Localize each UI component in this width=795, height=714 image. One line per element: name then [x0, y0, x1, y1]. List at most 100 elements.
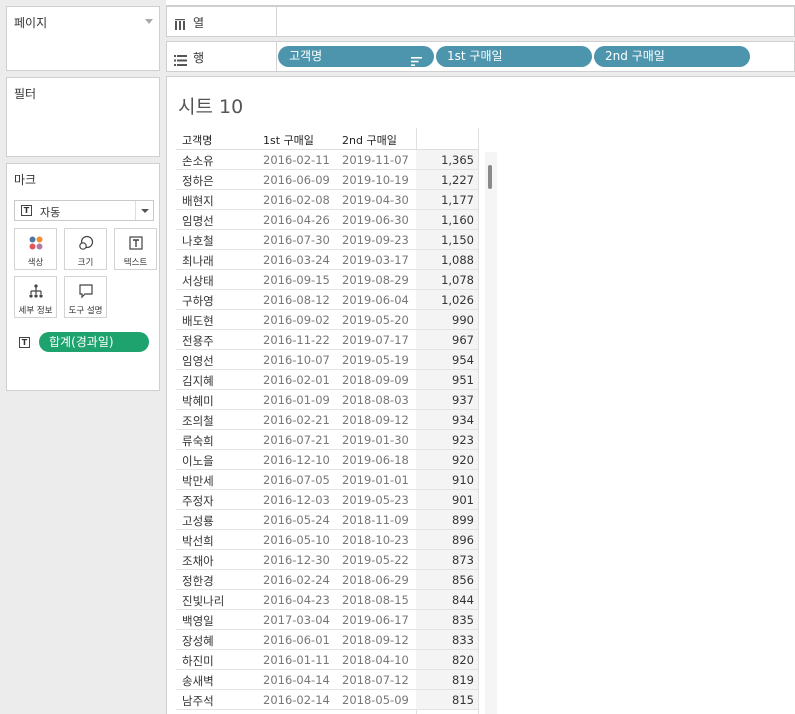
table-row[interactable]: 구하영 2016-08-12 2019-06-04 1,026	[176, 290, 478, 310]
table-row[interactable]: 조의철 2016-02-21 2018-09-12 934	[176, 410, 478, 430]
table-row[interactable]: 남주석 2016-02-14 2018-05-09 815	[176, 690, 478, 710]
table-row[interactable]: 임명선 2016-04-26 2019-06-30 1,160	[176, 210, 478, 230]
cell-customer-name: 류숙희	[182, 434, 214, 448]
table-row[interactable]: 류숙희 2016-07-21 2019-01-30 923	[176, 430, 478, 450]
cell-first-purchase: 2016-09-15	[263, 273, 330, 287]
columns-shelf[interactable]: 열	[166, 6, 795, 37]
cell-second-purchase: 2019-06-04	[342, 293, 409, 307]
size-circles-icon	[65, 235, 106, 251]
cell-second-purchase: 2018-07-12	[342, 673, 409, 687]
cell-customer-name: 박혜미	[182, 394, 214, 408]
header-first-purchase[interactable]: 1st 구매일	[263, 132, 314, 148]
label-button-label: 텍스트	[123, 258, 148, 268]
cell-customer-name: 백영일	[182, 614, 214, 628]
table-row[interactable]: 진빛나리 2016-04-23 2018-08-15 844	[176, 590, 478, 610]
customer-name-pill[interactable]: 고객명	[278, 46, 434, 67]
cell-elapsed-days: 1,078	[441, 273, 474, 287]
customer-name-pill-label: 고객명	[289, 49, 323, 63]
table-row[interactable]: 서상태 2016-09-15 2019-08-29 1,078	[176, 270, 478, 290]
cell-customer-name: 손소유	[182, 154, 214, 168]
filters-title: 필터	[14, 87, 37, 101]
table-row[interactable]: 하진미 2016-01-11 2018-04-10 820	[176, 650, 478, 670]
rows-shelf[interactable]: 행 고객명 1st 구매일 2nd 구매일	[166, 41, 795, 72]
cell-first-purchase: 2016-01-09	[263, 393, 330, 407]
cell-first-purchase: 2016-12-03	[263, 493, 330, 507]
sum-elapsed-days-pill[interactable]: 합계(경과일)	[39, 332, 149, 352]
tooltip-button-label: 도구 설명	[68, 306, 103, 316]
cell-elapsed-days: 844	[452, 593, 474, 607]
cell-elapsed-days: 835	[452, 613, 474, 627]
cell-first-purchase: 2016-02-08	[263, 193, 330, 207]
table-row[interactable]: 박만세 2016-07-05 2019-01-01 910	[176, 470, 478, 490]
cell-second-purchase: 2019-04-30	[342, 193, 409, 207]
tooltip-button[interactable]: 도구 설명	[64, 276, 107, 318]
cell-customer-name: 임영선	[182, 354, 214, 368]
mark-type-dropdown[interactable]: T 자동	[14, 200, 154, 221]
header-second-purchase[interactable]: 2nd 구매일	[342, 132, 397, 148]
cell-customer-name: 전용주	[182, 334, 214, 348]
table-row[interactable]: 박선희 2016-05-10 2018-10-23 896	[176, 530, 478, 550]
cell-customer-name: 박선희	[182, 534, 214, 548]
cell-elapsed-days: 873	[452, 553, 474, 567]
table-row[interactable]: 백영일 2017-03-04 2019-06-17 835	[176, 610, 478, 630]
size-button[interactable]: 크기	[64, 228, 107, 270]
scrollbar-thumb[interactable]	[488, 165, 492, 189]
chevron-down-icon[interactable]	[145, 19, 153, 24]
cell-first-purchase: 2016-02-21	[263, 413, 330, 427]
mark-type-label: 자동	[40, 206, 61, 219]
table-row[interactable]: 전용주 2016-11-22 2019-07-17 967	[176, 330, 478, 350]
pages-title: 페이지	[14, 16, 48, 30]
cell-second-purchase: 2019-07-17	[342, 333, 409, 347]
table-row[interactable]: 김지혜 2016-02-01 2018-09-09 951	[176, 370, 478, 390]
columns-icon	[174, 16, 186, 35]
cell-second-purchase: 2019-01-30	[342, 433, 409, 447]
cell-first-purchase: 2016-02-01	[263, 373, 330, 387]
cell-customer-name: 장성혜	[182, 634, 214, 648]
first-purchase-pill[interactable]: 1st 구매일	[436, 46, 592, 67]
label-button[interactable]: 텍스트	[114, 228, 157, 270]
cell-second-purchase: 2018-10-23	[342, 533, 409, 547]
sort-descending-icon[interactable]	[411, 52, 422, 73]
cell-elapsed-days: 937	[452, 393, 474, 407]
table-row[interactable]: 배현지 2016-02-08 2019-04-30 1,177	[176, 190, 478, 210]
table-row[interactable]: 최나래 2016-03-24 2019-03-17 1,088	[176, 250, 478, 270]
table-row[interactable]: 정하은 2016-06-09 2019-10-19 1,227	[176, 170, 478, 190]
table-row[interactable]: 배도현 2016-09-02 2019-05-20 990	[176, 310, 478, 330]
table-row[interactable]: 고성룡 2016-05-24 2018-11-09 899	[176, 510, 478, 530]
cell-second-purchase: 2019-06-18	[342, 453, 409, 467]
table-row[interactable]: 주정자 2016-12-03 2019-05-23 901	[176, 490, 478, 510]
cell-first-purchase: 2016-03-24	[263, 253, 330, 267]
table-row[interactable]: 정한경 2016-02-24 2018-06-29 856	[176, 570, 478, 590]
table-row[interactable]: 박혜미 2016-01-09 2018-08-03 937	[176, 390, 478, 410]
text-table: 고객명 1st 구매일 2nd 구매일 손소유 2016-02-11 2019-11…	[176, 128, 479, 714]
table-row[interactable]: 나호철 2016-07-30 2019-09-23 1,150	[176, 230, 478, 250]
cell-second-purchase: 2019-11-07	[342, 153, 409, 167]
table-row[interactable]: 장성혜 2016-06-01 2018-09-12 833	[176, 630, 478, 650]
cell-first-purchase: 2016-06-09	[263, 173, 330, 187]
cell-elapsed-days: 856	[452, 573, 474, 587]
filters-card[interactable]: 필터	[6, 77, 160, 157]
color-button[interactable]: 색상	[14, 228, 57, 270]
text-encoding-row: T 합계(경과일)	[14, 332, 154, 354]
pages-card[interactable]: 페이지	[6, 6, 160, 71]
table-row[interactable]: 조채아 2016-12-30 2019-05-22 873	[176, 550, 478, 570]
table-row[interactable]: 송새벽 2016-04-14 2018-07-12 819	[176, 670, 478, 690]
cell-elapsed-days: 1,088	[441, 253, 474, 267]
second-purchase-pill[interactable]: 2nd 구매일	[594, 46, 750, 67]
header-customer[interactable]: 고객명	[182, 132, 212, 148]
cell-second-purchase: 2018-09-12	[342, 413, 409, 427]
table-row[interactable]: 임영선 2016-10-07 2019-05-19 954	[176, 350, 478, 370]
cell-customer-name: 나호철	[182, 234, 214, 248]
worksheet-view: 시트 10 고객명 1st 구매일 2nd 구매일 손소유 2016-02-11 2…	[166, 76, 795, 714]
chevron-down-icon[interactable]	[135, 201, 153, 220]
cell-first-purchase: 2016-02-11	[263, 153, 330, 167]
cell-first-purchase: 2016-07-30	[263, 233, 330, 247]
cell-elapsed-days: 1,227	[441, 173, 474, 187]
table-row[interactable]: 손소유 2016-02-11 2019-11-07 1,365	[176, 150, 478, 170]
vertical-scrollbar[interactable]	[485, 152, 497, 714]
cell-customer-name: 정하은	[182, 174, 214, 188]
marks-card: 마크 T 자동 색상 크기 텍스트 세부 정보 도구 설명 T 합계(경과일)	[6, 163, 160, 391]
table-row[interactable]: 이노을 2016-12-10 2019-06-18 920	[176, 450, 478, 470]
detail-button[interactable]: 세부 정보	[14, 276, 57, 318]
table-header: 고객명 1st 구매일 2nd 구매일	[176, 128, 478, 150]
